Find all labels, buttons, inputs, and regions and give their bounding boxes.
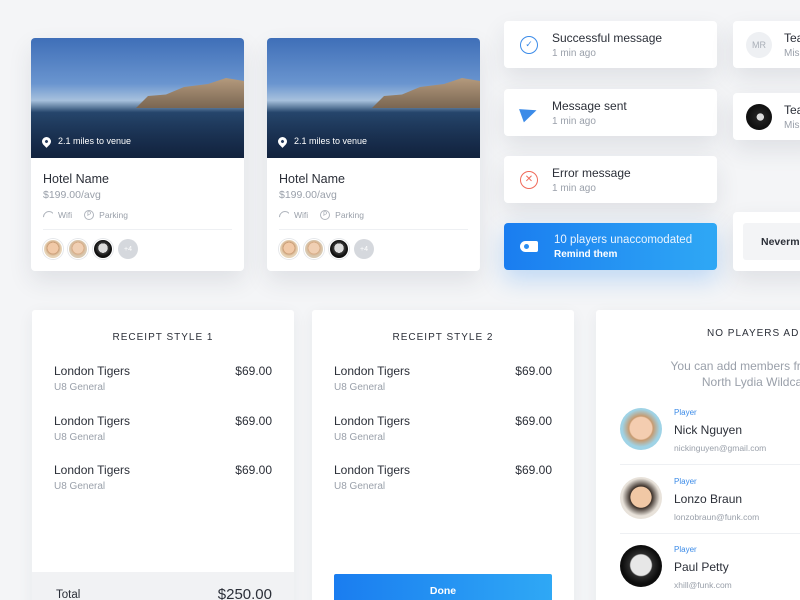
hotel-price: $199.00/avg (43, 189, 101, 201)
hotel-card-1[interactable]: 2.1 miles to venue Hotel Name $199.00/av… (31, 38, 244, 271)
notification-time: 1 min ago (552, 115, 596, 127)
paper-plane-icon (519, 103, 539, 122)
remind-link[interactable]: Remind them (554, 249, 692, 260)
player-role: Player (674, 477, 697, 486)
player-role: Player (674, 545, 697, 554)
location-pin-icon (276, 134, 289, 148)
avatar (68, 239, 88, 259)
attendee-avatars: +4 (43, 239, 232, 259)
hotel-photo: 2.1 miles to venue (31, 38, 244, 158)
wifi-icon (43, 211, 53, 219)
receipt-title: RECEIPT STYLE 2 (392, 332, 494, 343)
avatar (304, 239, 324, 259)
more-avatars-badge[interactable]: +4 (354, 239, 374, 259)
unaccommodated-banner[interactable]: 10 players unaccomodated Remind them (504, 223, 717, 270)
avatar (620, 408, 662, 450)
notification-title: Error message (552, 165, 631, 180)
player-role: Player (674, 408, 697, 417)
location-label: 2.1 miles to venue (40, 134, 131, 148)
divider (620, 533, 800, 534)
check-icon: ✓ (520, 35, 538, 54)
notification-title: Message sent (552, 98, 627, 113)
avatar (620, 545, 662, 587)
avatar (43, 239, 63, 259)
avatar (746, 103, 772, 130)
total-value: $250.00 (217, 586, 272, 600)
receipt-total: Total $250.00 (32, 572, 294, 600)
parking-icon: P (84, 210, 95, 220)
team-card-1[interactable]: MR Tea Mis (733, 21, 800, 68)
close-icon: ✕ (520, 170, 538, 189)
player-name: Paul Petty (674, 560, 729, 574)
hotel-name: Hotel Name (279, 172, 345, 186)
notification-sent[interactable]: Message sent 1 min ago (504, 89, 717, 136)
more-avatars-badge[interactable]: +4 (118, 239, 138, 259)
total-label: Total (56, 589, 81, 600)
location-pin-icon (40, 134, 53, 148)
avatar (93, 239, 113, 259)
hotel-card-2[interactable]: 2.1 miles to venue Hotel Name $199.00/av… (267, 38, 480, 271)
receipt-line: London Tigers U8 General $69.00 (54, 414, 272, 443)
amenities: Wifi P Parking (279, 210, 468, 230)
hotel-price: $199.00/avg (279, 189, 337, 201)
done-button[interactable]: Done (334, 574, 552, 600)
avatar (279, 239, 299, 259)
player-email: xhill@funk.com (674, 580, 732, 590)
receipt-style-1: RECEIPT STYLE 1 London Tigers U8 General… (32, 310, 294, 600)
player-name: Lonzo Braun (674, 492, 743, 506)
dialog-card: Neverm (733, 212, 800, 271)
nevermind-button[interactable]: Neverm (743, 223, 800, 260)
location-label: 2.1 miles to venue (276, 134, 367, 148)
whistle-icon (520, 241, 538, 252)
receipt-line: London Tigers U8 General $69.00 (334, 414, 552, 443)
notification-time: 1 min ago (552, 47, 596, 59)
notification-error[interactable]: ✕ Error message 1 min ago (504, 156, 717, 203)
receipt-style-2: RECEIPT STYLE 2 London Tigers U8 General… (312, 310, 574, 600)
wifi-icon (279, 211, 289, 219)
banner-title: 10 players unaccomodated (554, 233, 693, 246)
avatar (620, 477, 662, 519)
receipt-title: RECEIPT STYLE 1 (112, 332, 214, 343)
receipt-line: London Tigers U8 General $69.00 (54, 364, 272, 393)
notification-time: 1 min ago (552, 182, 596, 194)
receipt-line: London Tigers U8 General $69.00 (334, 463, 552, 492)
notification-title: Successful message (552, 30, 663, 45)
avatar-initials: MR (746, 31, 772, 58)
avatar (329, 239, 349, 259)
player-name: Nick Nguyen (674, 423, 743, 437)
divider (620, 464, 800, 465)
hotel-name: Hotel Name (43, 172, 109, 186)
notification-success[interactable]: ✓ Successful message 1 min ago (504, 21, 717, 68)
player-email: lonzobraun@funk.com (674, 512, 760, 522)
team-card-2[interactable]: Tea Mis (733, 93, 800, 140)
amenities: Wifi P Parking (43, 210, 232, 230)
parking-icon: P (320, 210, 331, 220)
attendee-avatars: +4 (279, 239, 468, 259)
no-players-card: NO PLAYERS ADDE You can add members from… (596, 310, 800, 600)
card-title: NO PLAYERS ADDE (707, 328, 800, 339)
player-email: nickinguyen@gmail.com (674, 443, 767, 453)
receipt-line: London Tigers U8 General $69.00 (54, 463, 272, 492)
card-description: You can add members from yo North Lydia … (670, 359, 800, 389)
hotel-photo: 2.1 miles to venue (267, 38, 480, 158)
receipt-line: London Tigers U8 General $69.00 (334, 364, 552, 393)
